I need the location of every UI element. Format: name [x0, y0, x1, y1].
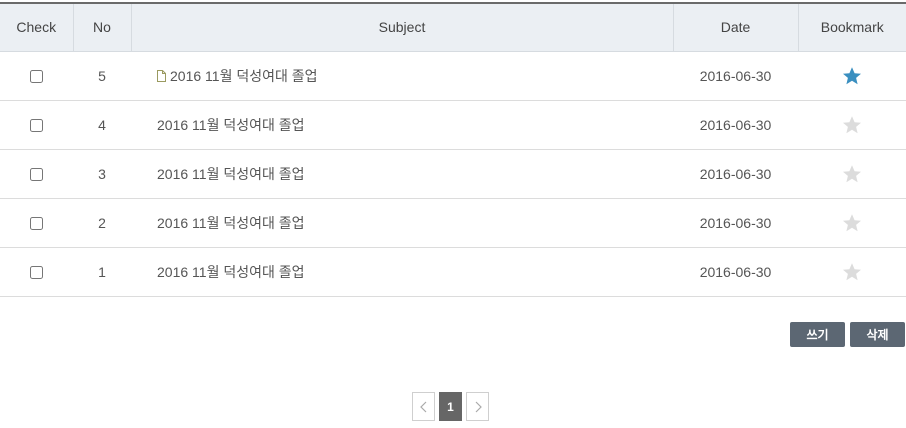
row-checkbox[interactable]: [30, 168, 43, 182]
row-date: 2016-06-30: [699, 116, 772, 133]
row-checkbox[interactable]: [30, 217, 43, 231]
table-body: 5 2016 11월 덕성여대 졸업 2016-06-30 4 2016 11월…: [0, 51, 906, 296]
action-buttons: 쓰기 삭제: [790, 322, 905, 347]
column-header-check: Check: [0, 3, 73, 52]
column-header-no: No: [72, 3, 131, 52]
row-bookmark-cell: [798, 198, 906, 247]
column-header-subject: Subject: [130, 3, 673, 52]
row-checkbox-cell: [0, 100, 73, 149]
star-filled-icon[interactable]: [842, 66, 862, 86]
board-table: Check No Subject Date Bookmark 5 2016 11…: [0, 2, 906, 297]
row-subject-cell[interactable]: 2016 11월 덕성여대 졸업: [131, 100, 673, 149]
chevron-right-icon: [475, 401, 482, 412]
page-number-current[interactable]: 1: [439, 392, 462, 421]
row-number: 4: [98, 116, 106, 133]
row-subject-link[interactable]: 2016 11월 덕성여대 졸업: [157, 264, 305, 280]
row-subject-cell[interactable]: 2016 11월 덕성여대 졸업: [131, 149, 673, 198]
row-subject-cell[interactable]: 2016 11월 덕성여대 졸업: [131, 51, 673, 100]
row-bookmark-cell: [798, 149, 906, 198]
table-row: 1 2016 11월 덕성여대 졸업 2016-06-30: [0, 247, 906, 296]
table-row: 3 2016 11월 덕성여대 졸업 2016-06-30: [0, 149, 906, 198]
row-checkbox-cell: [0, 51, 73, 100]
row-subject-link[interactable]: 2016 11월 덕성여대 졸업: [157, 166, 305, 182]
row-subject-cell[interactable]: 2016 11월 덕성여대 졸업: [131, 198, 673, 247]
row-number: 1: [98, 263, 106, 280]
row-bookmark-cell: [798, 100, 906, 149]
row-subject-cell[interactable]: 2016 11월 덕성여대 졸업: [131, 247, 673, 296]
row-checkbox[interactable]: [30, 70, 43, 84]
star-empty-icon[interactable]: [842, 164, 862, 184]
table-row: 5 2016 11월 덕성여대 졸업 2016-06-30: [0, 51, 906, 100]
row-number: 2: [98, 214, 106, 231]
row-checkbox-cell: [0, 198, 73, 247]
column-header-date: Date: [672, 3, 798, 52]
delete-button[interactable]: 삭제: [850, 322, 905, 347]
star-empty-icon[interactable]: [842, 262, 862, 282]
table-row: 2 2016 11월 덕성여대 졸업 2016-06-30: [0, 198, 906, 247]
column-header-bookmark: Bookmark: [797, 3, 906, 52]
table-row: 4 2016 11월 덕성여대 졸업 2016-06-30: [0, 100, 906, 149]
row-subject-link[interactable]: 2016 11월 덕성여대 졸업: [170, 68, 318, 84]
row-subject-link[interactable]: 2016 11월 덕성여대 졸업: [157, 215, 305, 231]
row-checkbox-cell: [0, 247, 73, 296]
chevron-left-icon: [419, 401, 426, 412]
next-page-button[interactable]: [466, 392, 489, 421]
table-header: Check No Subject Date Bookmark: [0, 3, 906, 52]
write-button[interactable]: 쓰기: [790, 322, 845, 347]
prev-page-button[interactable]: [412, 392, 435, 421]
row-number: 3: [98, 165, 106, 182]
row-number: 5: [98, 67, 106, 84]
star-empty-icon[interactable]: [842, 213, 862, 233]
row-date: 2016-06-30: [699, 165, 772, 182]
document-icon: [157, 69, 166, 82]
row-date: 2016-06-30: [699, 263, 772, 280]
row-checkbox[interactable]: [30, 266, 43, 280]
row-date: 2016-06-30: [699, 214, 772, 231]
row-checkbox-cell: [0, 149, 73, 198]
row-checkbox[interactable]: [30, 119, 43, 133]
row-bookmark-cell: [798, 247, 906, 296]
row-bookmark-cell: [798, 51, 906, 100]
pagination: 1: [412, 392, 489, 421]
star-empty-icon[interactable]: [842, 115, 862, 135]
row-date: 2016-06-30: [699, 67, 772, 84]
row-subject-link[interactable]: 2016 11월 덕성여대 졸업: [157, 117, 305, 133]
